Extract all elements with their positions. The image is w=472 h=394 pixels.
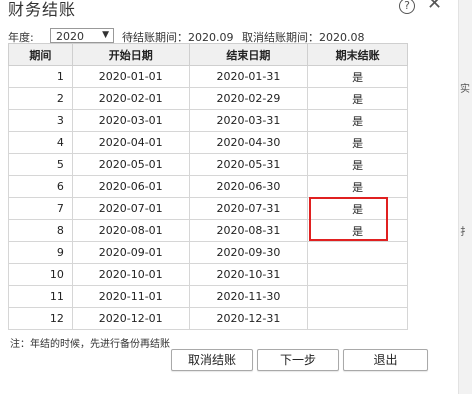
cancel-close-button[interactable]: 取消结账 bbox=[171, 349, 253, 371]
close-icon[interactable]: ✕ bbox=[427, 0, 442, 14]
cell-period: 6 bbox=[8, 175, 73, 198]
edge-text: 扌 bbox=[460, 227, 470, 238]
cell-end-date: 2020-01-31 bbox=[188, 65, 309, 88]
edge-text: 实 bbox=[460, 84, 470, 95]
cell-end-date: 2020-11-30 bbox=[188, 285, 309, 308]
cell-start-date: 2020-08-01 bbox=[71, 219, 190, 242]
table-row[interactable]: 10 2020-10-01 2020-10-31 bbox=[8, 263, 408, 286]
cell-end-date: 2020-05-31 bbox=[188, 153, 309, 176]
exit-button[interactable]: 退出 bbox=[343, 349, 428, 371]
cell-period: 4 bbox=[8, 131, 73, 154]
table-row[interactable]: 12 2020-12-01 2020-12-31 bbox=[8, 307, 408, 330]
cell-end-date: 2020-10-31 bbox=[188, 263, 309, 286]
cell-start-date: 2020-01-01 bbox=[71, 65, 190, 88]
cell-closed: 是 bbox=[307, 109, 408, 132]
dialog-title: 财务结账 bbox=[8, 0, 77, 19]
next-step-button[interactable]: 下一步 bbox=[257, 349, 339, 371]
cell-start-date: 2020-02-01 bbox=[71, 87, 190, 110]
year-select[interactable]: 2020 ▼ bbox=[50, 28, 114, 43]
cell-start-date: 2020-04-01 bbox=[71, 131, 190, 154]
backup-note: 注：年结的时候，先进行备份再结账 bbox=[10, 339, 170, 350]
cell-start-date: 2020-05-01 bbox=[71, 153, 190, 176]
cell-start-date: 2020-07-01 bbox=[71, 197, 190, 220]
header-start-date: 开始日期 bbox=[71, 43, 190, 66]
cell-period: 3 bbox=[8, 109, 73, 132]
period-toolbar: 年度: 2020 ▼ 待结账期间：2020.09 取消结账期间：2020.08 bbox=[8, 28, 458, 44]
cell-closed bbox=[307, 241, 408, 264]
table-row[interactable]: 4 2020-04-01 2020-04-30 是 bbox=[8, 131, 408, 154]
cell-start-date: 2020-06-01 bbox=[71, 175, 190, 198]
table-row[interactable]: 6 2020-06-01 2020-06-30 是 bbox=[8, 175, 408, 198]
cell-closed bbox=[307, 307, 408, 330]
cell-closed bbox=[307, 263, 408, 286]
table-row[interactable]: 3 2020-03-01 2020-03-31 是 bbox=[8, 109, 408, 132]
cell-end-date: 2020-07-31 bbox=[188, 197, 309, 220]
cell-period: 8 bbox=[8, 219, 73, 242]
cell-end-date: 2020-03-31 bbox=[188, 109, 309, 132]
header-end-date: 结束日期 bbox=[188, 43, 309, 66]
table-row[interactable]: 11 2020-11-01 2020-11-30 bbox=[8, 285, 408, 308]
cell-period: 7 bbox=[8, 197, 73, 220]
table-row[interactable]: 1 2020-01-01 2020-01-31 是 bbox=[8, 65, 408, 88]
table-row[interactable]: 9 2020-09-01 2020-09-30 bbox=[8, 241, 408, 264]
highlight-annotation-box bbox=[309, 197, 388, 241]
cell-closed: 是 bbox=[307, 65, 408, 88]
cell-end-date: 2020-04-30 bbox=[188, 131, 309, 154]
background-window-edge: 实 扌 bbox=[458, 0, 472, 394]
cell-end-date: 2020-06-30 bbox=[188, 175, 309, 198]
cell-period: 11 bbox=[8, 285, 73, 308]
table-row[interactable]: 5 2020-05-01 2020-05-31 是 bbox=[8, 153, 408, 176]
dialog-titlebar: 财务结账 ? ✕ bbox=[0, 0, 458, 22]
cell-period: 5 bbox=[8, 153, 73, 176]
cell-end-date: 2020-09-30 bbox=[188, 241, 309, 264]
cell-period: 12 bbox=[8, 307, 73, 330]
cell-start-date: 2020-09-01 bbox=[71, 241, 190, 264]
help-icon[interactable]: ? bbox=[399, 0, 415, 14]
cell-closed: 是 bbox=[307, 87, 408, 110]
cell-period: 10 bbox=[8, 263, 73, 286]
year-select-value: 2020 bbox=[56, 30, 84, 43]
chevron-down-icon: ▼ bbox=[102, 30, 109, 40]
header-period: 期间 bbox=[8, 43, 73, 66]
cell-closed: 是 bbox=[307, 153, 408, 176]
cell-period: 1 bbox=[8, 65, 73, 88]
cell-end-date: 2020-12-31 bbox=[188, 307, 309, 330]
cell-start-date: 2020-12-01 bbox=[71, 307, 190, 330]
header-period-close: 期末结账 bbox=[307, 43, 408, 66]
cell-closed: 是 bbox=[307, 175, 408, 198]
cell-closed: 是 bbox=[307, 131, 408, 154]
period-table: 期间 开始日期 结束日期 期末结账 1 2020-01-01 2020-01-3… bbox=[8, 43, 408, 330]
cell-start-date: 2020-11-01 bbox=[71, 285, 190, 308]
cell-start-date: 2020-03-01 bbox=[71, 109, 190, 132]
cell-end-date: 2020-02-29 bbox=[188, 87, 309, 110]
finance-close-dialog: 财务结账 ? ✕ 年度: 2020 ▼ 待结账期间：2020.09 取消结账期间… bbox=[0, 0, 472, 394]
table-row[interactable]: 2 2020-02-01 2020-02-29 是 bbox=[8, 87, 408, 110]
cell-period: 2 bbox=[8, 87, 73, 110]
cell-closed bbox=[307, 285, 408, 308]
cell-end-date: 2020-08-31 bbox=[188, 219, 309, 242]
cell-start-date: 2020-10-01 bbox=[71, 263, 190, 286]
table-header-row: 期间 开始日期 结束日期 期末结账 bbox=[8, 43, 408, 66]
cell-period: 9 bbox=[8, 241, 73, 264]
